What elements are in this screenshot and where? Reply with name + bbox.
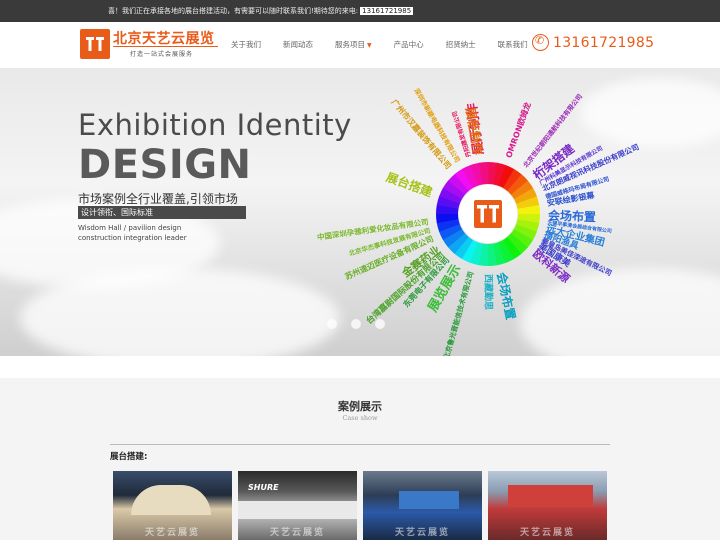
notice-phone[interactable]: 13161721985	[360, 7, 414, 15]
logo-divider	[113, 46, 218, 47]
hero-banner[interactable]: Exhibition Identity DESIGN 市场案例全行业覆盖,引领市…	[0, 68, 720, 356]
booth-shape	[508, 485, 593, 507]
slider-dot-2[interactable]	[351, 319, 361, 329]
site-header: 北京天艺云展览 打造一站式会展服务 关于我们 新闻动态 服务项目 ▼ 产品中心 招…	[0, 22, 720, 68]
logo-mark[interactable]	[80, 29, 110, 59]
category-label: 展台搭建:	[110, 452, 148, 462]
section-title: 案例展示	[338, 400, 382, 413]
section-divider	[110, 444, 610, 445]
header-phone[interactable]: 13161721985	[532, 34, 654, 51]
notice-text: 喜！我们正在承接各地的展台搭建活动，有需要可以随时联系我们!期待您的来电:	[108, 7, 359, 15]
nav-services[interactable]: 服务项目 ▼	[324, 22, 383, 68]
main-nav: 关于我们 新闻动态 服务项目 ▼ 产品中心 招贤纳士 联系我们	[220, 22, 539, 68]
case-thumbnails: 天艺云展览 SHURE 天艺云展览 天艺云展览 天艺云展览	[113, 471, 613, 540]
thumb-caption: 天艺云展览	[144, 528, 200, 538]
logo-tt-icon	[86, 37, 104, 51]
nav-products[interactable]: 产品中心	[383, 22, 435, 68]
wheel-label: OMRON欧姆龙	[503, 101, 532, 159]
nav-about[interactable]: 关于我们	[220, 22, 272, 68]
top-notice-bar: 喜！我们正在承接各地的展台搭建活动，有需要可以随时联系我们!期待您的来电: 131…	[0, 0, 720, 22]
thumb-caption: 天艺云展览	[269, 528, 325, 538]
service-wheel-graphic: 展厅制作丹阳建发有限公司 OMRON欧姆龙北京世纪朝阳通航科技有限公司桁架搭建广州…	[316, 86, 640, 356]
wheel-label: 展台搭建	[384, 169, 435, 200]
thumb-caption: 天艺云展览	[519, 528, 575, 538]
wheel-logo-box	[474, 200, 502, 228]
slider-dot-3[interactable]	[375, 319, 385, 329]
slider-dot-1[interactable]	[327, 319, 337, 329]
nav-contact[interactable]: 联系我们	[487, 22, 539, 68]
case-thumb-4[interactable]: 天艺云展览	[488, 471, 607, 540]
booth-shape	[399, 491, 459, 509]
nav-careers[interactable]: 招贤纳士	[435, 22, 487, 68]
thumb-caption: 天艺云展览	[394, 528, 450, 538]
booth-shape	[131, 485, 211, 515]
booth-shape	[238, 501, 357, 519]
case-thumb-3[interactable]: 天艺云展览	[363, 471, 482, 540]
nav-news[interactable]: 新闻动态	[272, 22, 324, 68]
logo-title[interactable]: 北京天艺云展览	[113, 28, 215, 48]
wheel-label: 西藏勤思	[483, 274, 495, 310]
case-thumb-2[interactable]: SHURE 天艺云展览	[238, 471, 357, 540]
header-phone-number[interactable]: 13161721985	[553, 35, 654, 51]
case-thumb-1[interactable]: 天艺云展览	[113, 471, 232, 540]
chevron-down-icon: ▼	[367, 42, 372, 49]
phone-icon	[532, 34, 549, 51]
slider-dots	[327, 319, 399, 329]
logo-subtitle: 打造一站式会展服务	[130, 51, 194, 58]
booth-sign: SHURE	[248, 483, 279, 492]
wheel-label: 会场布置	[494, 271, 519, 321]
case-show-section: 案例展示 Case show 展台搭建: 天艺云展览 SHURE 天艺云展览 天…	[0, 378, 720, 540]
section-subtitle: Case show	[342, 414, 378, 422]
